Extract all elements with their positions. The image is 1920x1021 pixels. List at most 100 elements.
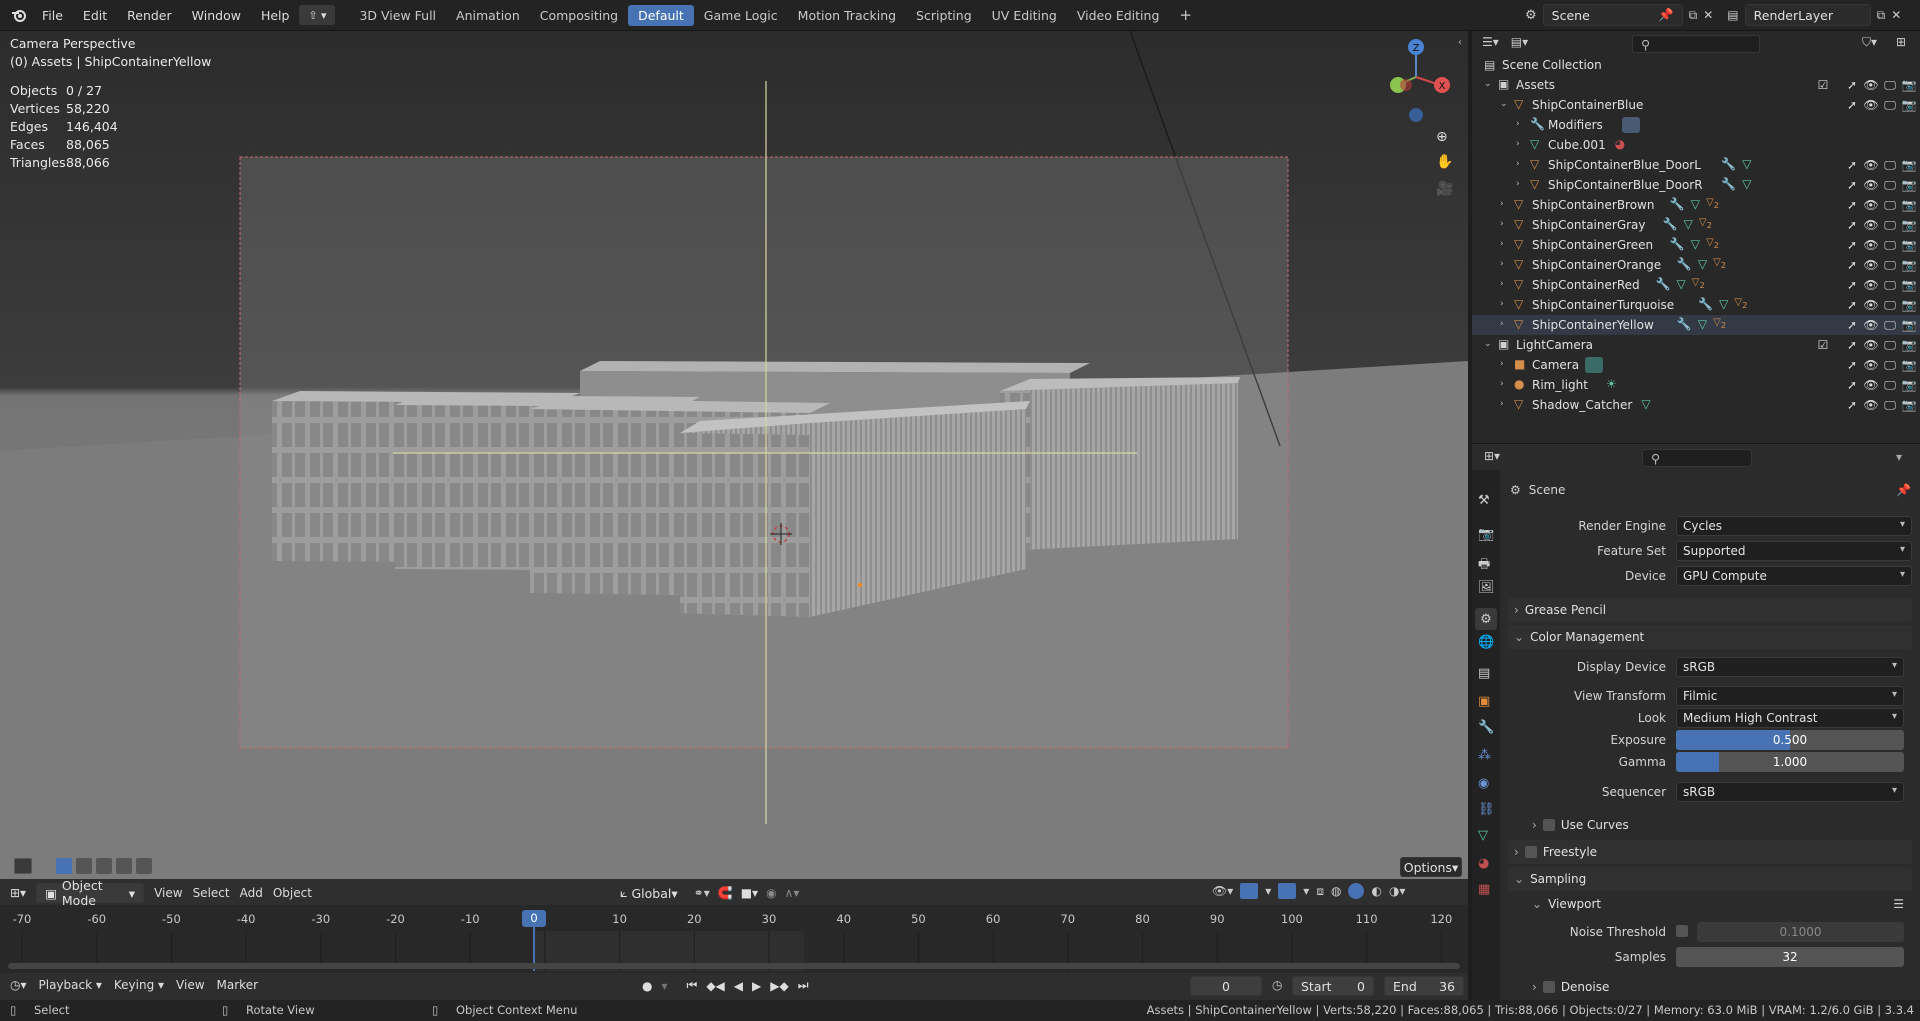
- menu-select[interactable]: Select: [193, 886, 230, 900]
- orientation-selector[interactable]: ⟀ Global ▾: [612, 883, 686, 903]
- pan-hand-icon[interactable]: ✋: [1436, 154, 1453, 170]
- tool-icon[interactable]: ⚒: [1478, 493, 1490, 508]
- selectable-icon[interactable]: ➚: [1845, 318, 1859, 332]
- delete-view-layer-icon[interactable]: ✕: [1891, 8, 1901, 22]
- sequencer-select[interactable]: sRGB ▾: [1676, 782, 1904, 802]
- monitor-icon[interactable]: 🖵: [1883, 198, 1897, 212]
- shading-rendered-icon[interactable]: ◑▾: [1389, 884, 1406, 898]
- expand-arrow-icon[interactable]: ›: [1516, 140, 1524, 149]
- tab-uv-editing[interactable]: UV Editing: [982, 5, 1067, 26]
- modifier-icon[interactable]: 🔧: [1721, 177, 1736, 191]
- selectable-icon[interactable]: ➚: [1845, 198, 1859, 212]
- menu-timeline-view[interactable]: View: [176, 978, 204, 992]
- outliner-scene-collection[interactable]: ▤ Scene Collection: [1472, 55, 1920, 75]
- collapse-arrow-icon[interactable]: ⌄: [1500, 100, 1508, 109]
- outliner-row[interactable]: › ■ Camera ➚ 👁 🖵 📷: [1472, 355, 1920, 375]
- display-mode-icon[interactable]: ▤▾: [1511, 35, 1528, 49]
- props-pin-icon[interactable]: 📌: [1896, 483, 1911, 497]
- menu-render[interactable]: Render: [117, 8, 182, 23]
- record-icon[interactable]: ●: [642, 979, 652, 993]
- editor-type-icon[interactable]: ⊞▾: [10, 886, 26, 900]
- play-icon[interactable]: ▶: [752, 979, 761, 993]
- blender-logo-icon[interactable]: [6, 8, 32, 22]
- modifier-icon[interactable]: 🔧: [1698, 297, 1713, 311]
- freestyle-checkbox[interactable]: [1524, 846, 1537, 858]
- modifier-icon[interactable]: 🔧: [1677, 317, 1692, 331]
- selectable-icon[interactable]: ➚: [1845, 358, 1859, 372]
- use-curves-subpanel[interactable]: › Use Curves: [1526, 813, 1906, 837]
- denoise-subpanel[interactable]: › Denoise: [1526, 977, 1912, 997]
- noise-threshold-checkbox[interactable]: [1676, 925, 1688, 937]
- view-layer-icon[interactable]: ▤: [1727, 8, 1738, 22]
- new-view-layer-icon[interactable]: ⧉: [1877, 8, 1886, 23]
- monitor-icon[interactable]: 🖵: [1883, 178, 1897, 192]
- render-camera-icon[interactable]: 📷: [1902, 198, 1917, 212]
- selectable-icon[interactable]: ➚: [1845, 178, 1859, 192]
- output-icon[interactable]: 🖶: [1478, 555, 1490, 577]
- render-camera-icon[interactable]: 📷: [1902, 278, 1917, 292]
- monitor-icon[interactable]: 🖵: [1883, 218, 1897, 232]
- mode-selector[interactable]: ▣ Object Mode ▾: [36, 878, 145, 908]
- gizmo-toggle-icon[interactable]: [1240, 883, 1259, 899]
- pivot-icon[interactable]: ⚭▾: [694, 886, 710, 900]
- denoise-checkbox[interactable]: [1542, 981, 1555, 993]
- eye-icon[interactable]: 👁: [1863, 318, 1878, 332]
- render-camera-icon[interactable]: 📷: [1902, 158, 1917, 172]
- render-camera-icon[interactable]: 📷: [1902, 358, 1917, 372]
- outliner-row[interactable]: › ▽ Cube.001 ◕: [1472, 135, 1920, 155]
- snap-target-icon[interactable]: ■▾: [741, 886, 758, 900]
- viewport-subpanel[interactable]: ⌄ Viewport ☰: [1526, 892, 1912, 916]
- render-camera-icon[interactable]: 📷: [1902, 258, 1917, 272]
- mesh-data-icon[interactable]: ▽: [1742, 177, 1751, 191]
- outliner-row[interactable]: ⌄ ▣ Assets ☑ ➚ 👁 🖵 📷: [1472, 75, 1920, 95]
- monitor-icon[interactable]: 🖵: [1883, 338, 1897, 352]
- outliner-row[interactable]: › ▽ ShipContainerTurquoise 🔧 ▽ ▽2 ➚ 👁 🖵 📷: [1472, 295, 1920, 315]
- end-frame-field[interactable]: End 36: [1384, 976, 1464, 996]
- menu-add[interactable]: Add: [240, 886, 263, 900]
- select-intersect-icon[interactable]: [136, 858, 152, 874]
- timeline-scrollbar[interactable]: [8, 963, 1460, 969]
- render-camera-icon[interactable]: 📷: [1902, 398, 1917, 412]
- menu-marker[interactable]: Marker: [217, 978, 258, 992]
- eye-icon[interactable]: 👁: [1863, 298, 1878, 312]
- gamma-slider[interactable]: 1.000: [1676, 752, 1904, 772]
- snap-icon[interactable]: 🧲: [718, 886, 733, 900]
- new-collection-icon[interactable]: ⊞: [1896, 35, 1906, 49]
- monitor-icon[interactable]: 🖵: [1883, 358, 1897, 372]
- monitor-icon[interactable]: 🖵: [1883, 298, 1897, 312]
- eye-icon[interactable]: 👁: [1863, 398, 1878, 412]
- menu-view[interactable]: View: [154, 886, 182, 900]
- exclude-checkbox[interactable]: ☑: [1816, 338, 1830, 352]
- selectable-icon[interactable]: ➚: [1845, 258, 1859, 272]
- select-subtract-icon[interactable]: [96, 858, 112, 874]
- expand-arrow-icon[interactable]: ›: [1500, 220, 1508, 229]
- workspace-icon[interactable]: ⇧ ▾: [299, 5, 336, 25]
- menu-edit[interactable]: Edit: [73, 8, 117, 23]
- world-icon[interactable]: 🌐: [1478, 635, 1494, 650]
- options-button[interactable]: Options ▾: [1400, 857, 1462, 877]
- preview-range-icon[interactable]: ◷: [1272, 978, 1282, 992]
- outliner-row[interactable]: › ▽ ShipContainerBlue_DoorR 🔧 ▽ ➚ 👁 🖵 📷: [1472, 175, 1920, 195]
- menu-keying[interactable]: Keying ▾: [114, 978, 164, 992]
- render-camera-icon[interactable]: 📷: [1902, 338, 1917, 352]
- mesh-data-icon[interactable]: ▽: [1742, 157, 1751, 171]
- physics-icon[interactable]: ◉: [1478, 776, 1489, 791]
- monitor-icon[interactable]: 🖵: [1883, 378, 1897, 392]
- eye-icon[interactable]: 👁: [1863, 78, 1878, 92]
- monitor-icon[interactable]: 🖵: [1883, 78, 1897, 92]
- properties-search-input[interactable]: ⚲: [1642, 449, 1752, 467]
- device-select[interactable]: GPU Compute ▾: [1676, 566, 1912, 586]
- render-icon[interactable]: 📷: [1478, 527, 1494, 542]
- selectable-icon[interactable]: ➚: [1845, 78, 1859, 92]
- render-camera-icon[interactable]: 📷: [1902, 298, 1917, 312]
- outliner-row[interactable]: › ▽ Shadow_Catcher ▽ ➚ 👁 🖵 📷: [1472, 395, 1920, 415]
- feature-set-select[interactable]: Supported ▾: [1676, 541, 1912, 561]
- render-camera-icon[interactable]: 📷: [1902, 178, 1917, 192]
- collapse-arrow-icon[interactable]: ⌄: [1484, 340, 1492, 349]
- overlay-toggle-icon[interactable]: [1278, 883, 1297, 899]
- eye-icon[interactable]: 👁: [1863, 218, 1878, 232]
- mesh-data-icon[interactable]: ▽: [1641, 397, 1650, 411]
- monitor-icon[interactable]: 🖵: [1883, 158, 1897, 172]
- play-reverse-icon[interactable]: ◀: [734, 979, 743, 993]
- xray-icon[interactable]: ⧈: [1316, 884, 1324, 899]
